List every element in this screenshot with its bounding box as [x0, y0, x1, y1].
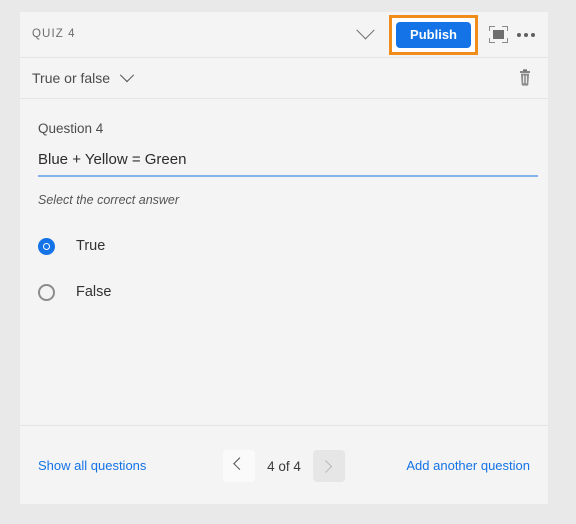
more-options-icon: [517, 32, 535, 37]
question-pager: 4 of 4: [223, 450, 345, 482]
card-footer: Show all questions 4 of 4 Add another qu…: [20, 425, 548, 506]
answer-label-false: False: [76, 284, 112, 300]
answer-option-false[interactable]: False: [38, 269, 518, 315]
answer-options: True False: [38, 223, 518, 315]
question-type-label: True or false: [32, 70, 111, 86]
add-another-question-link[interactable]: Add another question: [406, 458, 530, 473]
more-options-button[interactable]: [512, 21, 540, 49]
question-text-input[interactable]: [38, 147, 538, 177]
page-title: QUIZ 4: [32, 28, 76, 40]
chevron-right-icon: [319, 459, 333, 473]
question-number-label: Question 4: [38, 121, 104, 136]
radio-false[interactable]: [38, 283, 55, 301]
collapse-button[interactable]: [351, 21, 379, 49]
previous-question-button[interactable]: [223, 450, 256, 482]
delete-question-button[interactable]: [514, 67, 536, 89]
question-type-select[interactable]: True or false: [32, 58, 135, 98]
chevron-down-icon: [120, 68, 135, 83]
question-editor: Question 4 Select the correct answer Tru…: [20, 99, 548, 425]
chevron-down-icon: [355, 21, 375, 40]
select-answer-hint: Select the correct answer: [38, 193, 180, 207]
card-header: QUIZ 4 Publish: [20, 12, 548, 58]
chevron-left-icon: [232, 456, 246, 470]
answer-label-true: True: [76, 238, 106, 254]
show-all-questions-link[interactable]: Show all questions: [38, 458, 146, 473]
quiz-card: QUIZ 4 Publish True or false Question 4 …: [20, 12, 548, 504]
radio-true[interactable]: [38, 237, 55, 255]
trash-icon: [520, 69, 530, 86]
page-counter: 4 of 4: [267, 458, 301, 474]
expand-fullscreen-icon: [488, 26, 508, 43]
publish-button[interactable]: Publish: [396, 21, 471, 48]
answer-option-true[interactable]: True: [38, 223, 518, 269]
fullscreen-button[interactable]: [484, 21, 512, 49]
next-question-button: [312, 450, 345, 482]
header-actions: Publish: [351, 12, 540, 57]
question-type-row: True or false: [20, 58, 548, 99]
publish-highlight-annotation: Publish: [389, 14, 478, 55]
